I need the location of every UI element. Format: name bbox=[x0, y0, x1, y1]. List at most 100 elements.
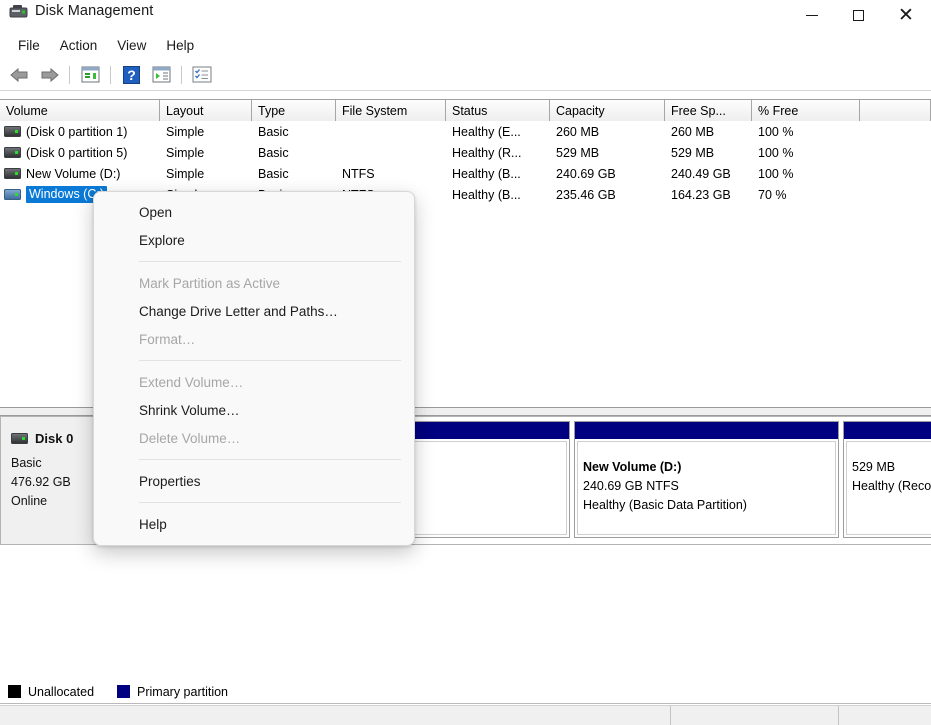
context-menu-item-shrink-volume[interactable]: Shrink Volume… bbox=[94, 396, 414, 424]
context-menu-item-format: Format… bbox=[139, 331, 196, 347]
cell-layout: Simple bbox=[166, 145, 205, 160]
cell-layout: Simple bbox=[166, 124, 205, 139]
cell-capacity: 235.46 GB bbox=[556, 187, 616, 202]
cell-free-space: 164.23 GB bbox=[671, 187, 731, 202]
status-cell-2 bbox=[671, 706, 839, 725]
disk-name: Disk 0 bbox=[35, 431, 74, 446]
cell-status: Healthy (B... bbox=[452, 187, 521, 202]
menu-view[interactable]: View bbox=[107, 35, 156, 56]
volume-label: New Volume (D:) bbox=[26, 166, 121, 181]
column-header-status[interactable]: Status bbox=[446, 100, 550, 121]
forward-icon[interactable] bbox=[36, 62, 62, 88]
context-menu-separator bbox=[139, 502, 401, 503]
legend-label-primary-partition: Primary partition bbox=[137, 684, 229, 699]
column-header-blank[interactable] bbox=[860, 100, 931, 121]
help-icon[interactable]: ? bbox=[118, 62, 144, 88]
show-hide-console-tree-icon[interactable] bbox=[77, 62, 103, 88]
cell-free-space: 240.49 GB bbox=[671, 166, 731, 181]
partition-color-bar bbox=[844, 422, 931, 439]
menu-help[interactable]: Help bbox=[156, 35, 204, 56]
status-bar bbox=[0, 705, 931, 725]
table-row[interactable]: (Disk 0 partition 5) Simple Basic Healthy (… bbox=[0, 142, 931, 163]
context-menu: Open Explore Mark Partition as Active Chang… bbox=[93, 191, 415, 546]
partition-title: New Volume (D:) bbox=[583, 460, 682, 474]
close-button[interactable]: ✕ bbox=[881, 0, 931, 31]
cell-capacity: 260 MB bbox=[556, 124, 600, 139]
volume-drive-icon bbox=[4, 147, 21, 158]
cell-percent-free: 100 % bbox=[758, 124, 794, 139]
partition-status: Healthy (Recovery bbox=[852, 479, 931, 493]
title-bar: Disk Management ✕ bbox=[0, 0, 931, 31]
cell-blank bbox=[860, 184, 931, 205]
context-menu-separator bbox=[139, 360, 401, 361]
column-header-type[interactable]: Type bbox=[252, 100, 336, 121]
partition-new-volume-d[interactable]: New Volume (D:) 240.69 GB NTFS Healthy (Ba… bbox=[574, 421, 839, 538]
cell-status: Healthy (R... bbox=[452, 145, 522, 160]
legend: Unallocated Primary partition bbox=[0, 680, 931, 704]
menu-bar: File Action View Help bbox=[0, 31, 931, 59]
column-header-volume[interactable]: Volume bbox=[0, 100, 160, 121]
toolbar-separator-3 bbox=[181, 65, 182, 84]
cell-layout: Simple bbox=[166, 166, 205, 181]
table-row[interactable]: New Volume (D:) Simple Basic NTFS Healthy (B… bbox=[0, 163, 931, 184]
menu-action[interactable]: Action bbox=[50, 35, 108, 56]
partition-size: 529 MB bbox=[852, 460, 896, 474]
partition-details: New Volume (D:) 240.69 GB NTFS Healthy (Ba… bbox=[577, 441, 836, 535]
partition-size: 240.69 GB NTFS bbox=[583, 479, 679, 493]
cell-capacity: 240.69 GB bbox=[556, 166, 616, 181]
cell-blank bbox=[860, 163, 931, 184]
context-menu-item-properties[interactable]: Properties bbox=[94, 467, 414, 495]
partition-color-bar bbox=[575, 422, 838, 439]
cell-percent-free: 100 % bbox=[758, 145, 794, 160]
disk-management-icon bbox=[9, 5, 28, 18]
toolbar: ? bbox=[0, 59, 931, 91]
cell-percent-free: 70 % bbox=[758, 187, 787, 202]
cell-volume: (Disk 0 partition 5) bbox=[0, 142, 160, 163]
volume-label: (Disk 0 partition 5) bbox=[26, 145, 128, 160]
cell-file-system bbox=[336, 142, 446, 163]
column-header-file-system[interactable]: File System bbox=[336, 100, 446, 121]
table-row[interactable]: (Disk 0 partition 1) Simple Basic Healthy (… bbox=[0, 121, 931, 142]
cell-type: Basic bbox=[258, 145, 289, 160]
maximize-button[interactable] bbox=[835, 0, 881, 31]
svg-text:?: ? bbox=[127, 67, 136, 83]
context-menu-separator bbox=[139, 459, 401, 460]
cell-file-system bbox=[336, 121, 446, 142]
cell-type: Basic bbox=[258, 166, 289, 181]
column-header-free[interactable]: % Free bbox=[752, 100, 860, 121]
partition-details: 529 MB Healthy (Recovery bbox=[846, 441, 931, 535]
cell-file-system: NTFS bbox=[342, 166, 375, 181]
column-header-free-sp[interactable]: Free Sp... bbox=[665, 100, 752, 121]
properties-icon[interactable] bbox=[189, 62, 215, 88]
menu-file[interactable]: File bbox=[8, 35, 50, 56]
cell-blank bbox=[860, 142, 931, 163]
column-header-layout[interactable]: Layout bbox=[160, 100, 252, 121]
context-menu-item-delete-volume: Delete Volume… bbox=[139, 430, 241, 446]
minimize-button[interactable] bbox=[789, 0, 835, 31]
toolbar-separator-1 bbox=[69, 65, 70, 84]
show-hide-action-pane-icon[interactable] bbox=[148, 62, 174, 88]
partition-status: Healthy (Basic Data Partition) bbox=[583, 498, 747, 512]
legend-swatch-primary-partition bbox=[117, 685, 131, 698]
context-menu-item-open[interactable]: Open bbox=[94, 198, 414, 226]
toolbar-separator-2 bbox=[110, 65, 111, 84]
legend-label-unallocated: Unallocated bbox=[28, 684, 95, 699]
volume-drive-icon bbox=[4, 126, 21, 137]
cell-percent-free: 100 % bbox=[758, 166, 794, 181]
context-menu-item-extend-volume: Extend Volume… bbox=[139, 374, 244, 390]
context-menu-item-explore[interactable]: Explore bbox=[94, 226, 414, 254]
cell-free-space: 260 MB bbox=[671, 124, 715, 139]
cell-status: Healthy (B... bbox=[452, 166, 521, 181]
legend-swatch-unallocated bbox=[8, 685, 21, 698]
partition-recovery[interactable]: 529 MB Healthy (Recovery bbox=[843, 421, 931, 538]
context-menu-item-mark-partition-as-active: Mark Partition as Active bbox=[139, 275, 281, 291]
context-menu-item-help[interactable]: Help bbox=[94, 510, 414, 538]
cell-volume: New Volume (D:) bbox=[0, 163, 160, 184]
status-cell-3 bbox=[839, 706, 931, 725]
context-menu-item-change-drive-letter-and-paths[interactable]: Change Drive Letter and Paths… bbox=[94, 297, 414, 325]
volume-label: (Disk 0 partition 1) bbox=[26, 124, 128, 139]
context-menu-separator bbox=[139, 261, 401, 262]
column-header-capacity[interactable]: Capacity bbox=[550, 100, 665, 121]
disk-icon bbox=[11, 433, 28, 444]
back-icon[interactable] bbox=[6, 62, 32, 88]
